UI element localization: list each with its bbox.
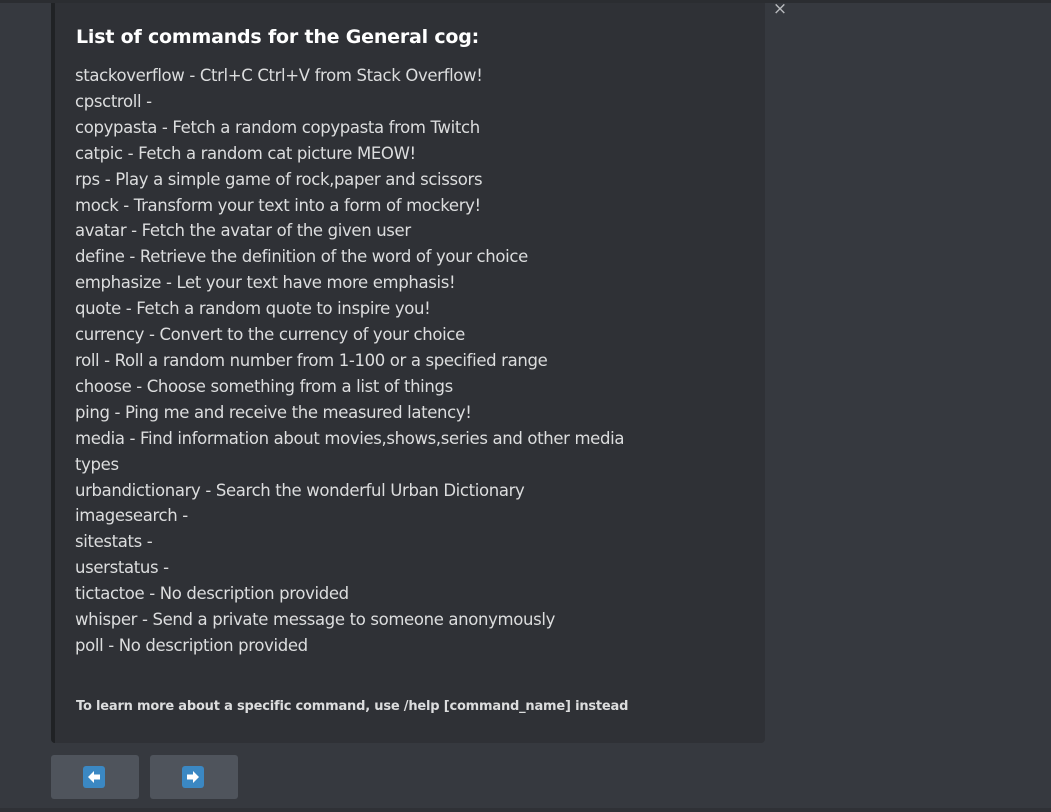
command-list-item: cpsctroll - — [75, 91, 152, 111]
command-list-item: tictactoe - No description provided — [75, 584, 349, 604]
command-list-item: emphasize - Let your text have more emph… — [75, 273, 456, 293]
command-list-item: avatar - Fetch the avatar of the given u… — [75, 221, 411, 241]
command-list-item: mock - Transform your text into a form o… — [75, 195, 481, 215]
close-button[interactable]: × — [769, 0, 791, 21]
command-list-item: ping - Ping me and receive the measured … — [75, 402, 472, 422]
command-list-item: sitestats - — [75, 532, 153, 552]
arrow-right-icon — [182, 766, 204, 788]
bottom-edge-divider — [0, 808, 1051, 812]
command-list-item: imagesearch - — [75, 506, 188, 526]
embed-title: List of commands for the General cog: — [76, 26, 480, 48]
command-list-item: copypasta - Fetch a random copypasta fro… — [75, 117, 480, 137]
embed-footer: To learn more about a specific command, … — [76, 699, 629, 714]
command-list: stackoverflow - Ctrl+C Ctrl+V from Stack… — [75, 63, 725, 659]
command-list-item: choose - Choose something from a list of… — [75, 376, 453, 396]
command-list-item: stackoverflow - Ctrl+C Ctrl+V from Stack… — [75, 66, 483, 85]
command-list-item: define - Retrieve the definition of the … — [75, 247, 528, 267]
command-list-item: types — [75, 454, 119, 474]
command-list-item: userstatus - — [75, 558, 169, 578]
command-list-item: whisper - Send a private message to some… — [75, 610, 556, 630]
command-list-item: media - Find information about movies,sh… — [75, 428, 625, 448]
arrow-left-icon — [83, 766, 105, 788]
embed-accent-bar — [51, 3, 55, 743]
previous-page-button[interactable] — [51, 755, 139, 799]
help-embed: List of commands for the General cog: st… — [51, 3, 765, 743]
command-list-item: quote - Fetch a random quote to inspire … — [75, 299, 431, 319]
command-list-item: roll - Roll a random number from 1-100 o… — [75, 350, 548, 370]
next-page-button[interactable] — [150, 755, 238, 799]
command-list-item: currency - Convert to the currency of yo… — [75, 325, 465, 345]
command-list-item: poll - No description provided — [75, 635, 308, 655]
command-list-item: catpic - Fetch a random cat picture MEOW… — [75, 143, 416, 163]
command-list-item: urbandictionary - Search the wonderful U… — [75, 480, 525, 500]
command-list-item: rps - Play a simple game of rock,paper a… — [75, 169, 483, 189]
